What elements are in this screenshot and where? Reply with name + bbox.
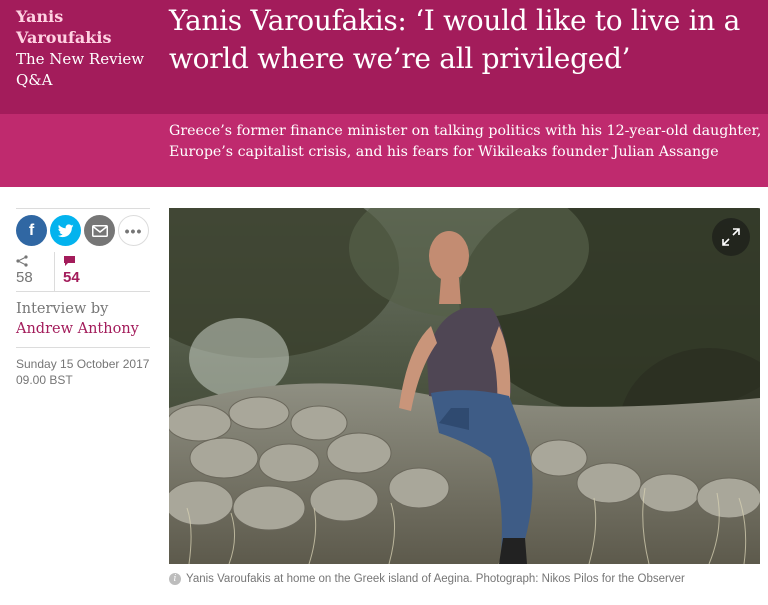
article-headline: Yanis Varoufakis: ‘I would like to live … <box>169 4 740 75</box>
publish-date: Sunday 15 October 2017 09.00 BST <box>16 356 150 388</box>
twitter-share-button[interactable] <box>50 215 81 246</box>
share-count-value: 58 <box>16 269 33 286</box>
kicker-tag-link[interactable]: Yanis Varoufakis <box>16 6 156 48</box>
byline: Interview by Andrew Anthony <box>16 299 150 348</box>
more-share-button[interactable]: ••• <box>118 215 149 246</box>
share-icon <box>16 255 28 267</box>
twitter-icon <box>57 223 74 237</box>
photo-caption: i Yanis Varoufakis at home on the Greek … <box>169 571 764 587</box>
more-icon: ••• <box>124 222 143 239</box>
comment-count-value: 54 <box>63 269 80 286</box>
article-standfirst: Greece’s former finance minister on talk… <box>169 123 762 160</box>
facebook-share-button[interactable]: f <box>16 215 47 246</box>
author-link[interactable]: Andrew Anthony <box>16 319 150 339</box>
publish-date-day: Sunday 15 October 2017 <box>16 357 150 371</box>
comment-icon <box>64 256 75 266</box>
envelope-icon <box>91 224 108 237</box>
comment-count-link[interactable]: 54 <box>54 252 104 291</box>
email-share-button[interactable] <box>84 215 115 246</box>
main-article-photo[interactable] <box>169 208 760 564</box>
expand-icon <box>722 228 740 246</box>
share-buttons: f ••• <box>16 208 150 248</box>
photo-caption-text: Yanis Varoufakis at home on the Greek is… <box>186 573 685 585</box>
facebook-icon: f <box>28 221 35 239</box>
publish-date-time: 09.00 BST <box>16 373 73 387</box>
engagement-counts: 58 54 <box>16 252 150 292</box>
share-count: 58 <box>16 252 54 291</box>
photo-illustration <box>169 208 760 564</box>
info-icon: i <box>169 573 181 585</box>
byline-label: Interview by <box>16 301 109 317</box>
expand-image-button[interactable] <box>712 218 750 256</box>
article-meta: f ••• 58 54 Interview by Andrew Anthony … <box>16 208 150 388</box>
series-link[interactable]: The New Review Q&A <box>16 49 156 91</box>
